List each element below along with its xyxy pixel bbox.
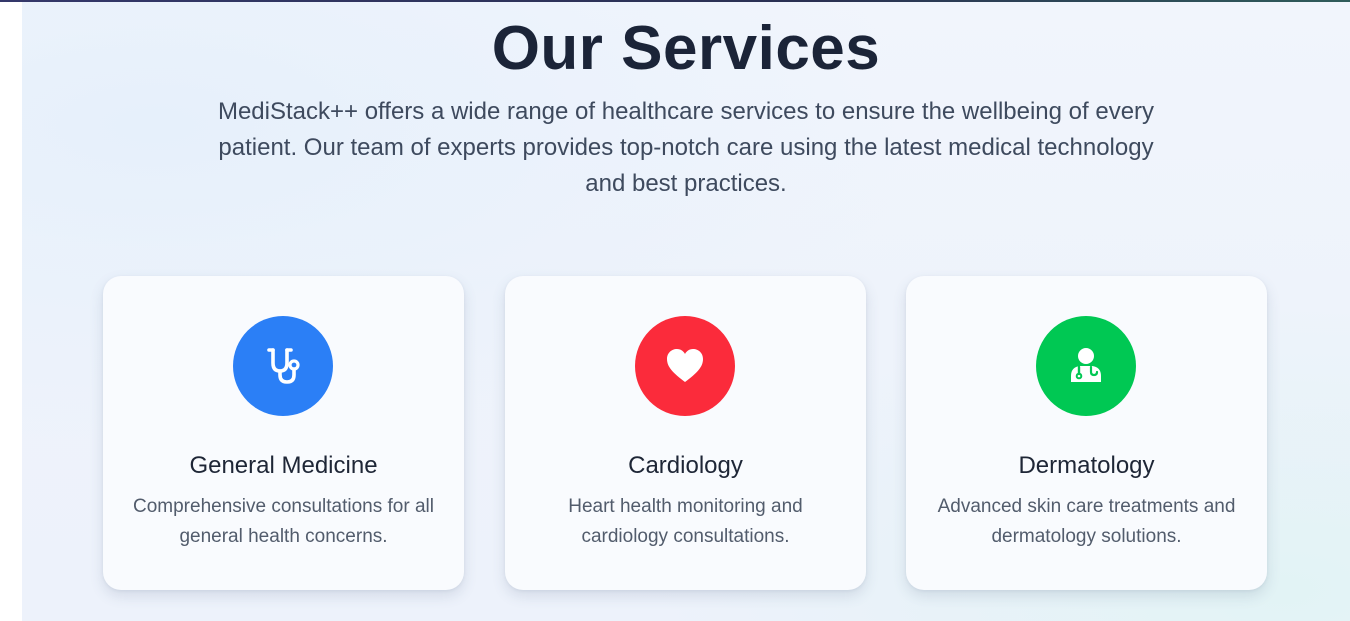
icon-circle bbox=[1036, 316, 1136, 416]
card-title: Cardiology bbox=[628, 452, 743, 479]
service-card-dermatology[interactable]: Dermatology Advanced skin care treatment… bbox=[906, 276, 1267, 590]
service-card-general-medicine[interactable]: General Medicine Comprehensive consultat… bbox=[103, 276, 464, 590]
doctor-icon bbox=[1071, 348, 1101, 382]
icon-circle bbox=[635, 316, 735, 416]
section-title: Our Services bbox=[491, 14, 881, 83]
card-description: Advanced skin care treatments and dermat… bbox=[937, 496, 1236, 547]
service-card-cardiology[interactable]: Cardiology Heart health monitoring and c… bbox=[505, 276, 866, 590]
stethoscope-icon bbox=[267, 348, 300, 384]
section-intro: MediStack++ offers a wide range of healt… bbox=[217, 98, 1155, 197]
card-description: Heart health monitoring and cardiology c… bbox=[568, 496, 803, 547]
card-title: General Medicine bbox=[189, 452, 378, 479]
page: Our Services MediStack++ offers a wide r… bbox=[0, 0, 1350, 621]
services-section: Our Services MediStack++ offers a wide r… bbox=[22, 2, 1350, 621]
heart-icon bbox=[667, 349, 703, 382]
icon-circle bbox=[233, 316, 333, 416]
card-title: Dermatology bbox=[1018, 452, 1155, 479]
card-description: Comprehensive consultations for all gene… bbox=[133, 496, 434, 547]
